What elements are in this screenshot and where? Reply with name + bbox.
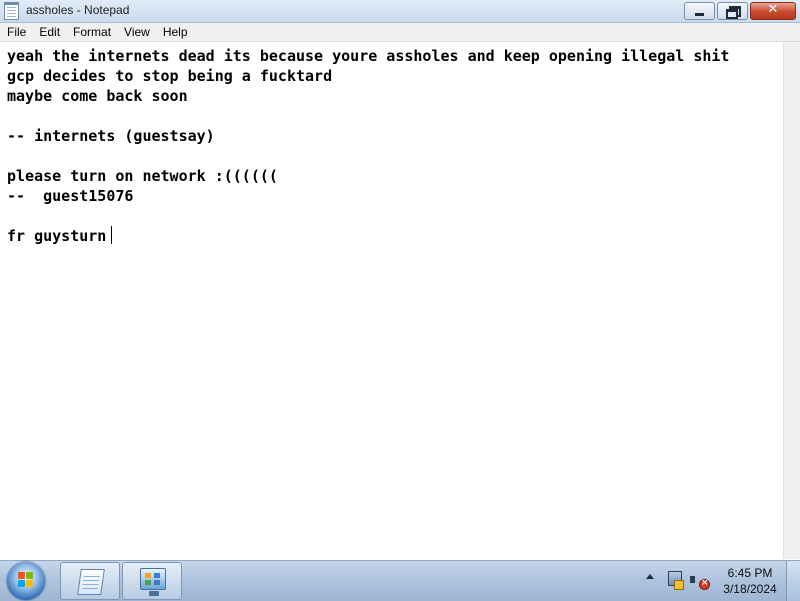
window-controls: ✕ [684,2,796,20]
taskbar: × 6:45 PM 3/18/2024 [0,560,800,601]
close-button[interactable]: ✕ [750,2,796,20]
vertical-scrollbar[interactable] [783,42,800,559]
show-desktop-button[interactable] [786,561,800,601]
document-line: yeah the internets dead its because your… [7,47,730,65]
menu-view[interactable]: View [117,23,156,41]
close-icon: ✕ [767,2,779,17]
text-editor[interactable]: yeah the internets dead its because your… [0,42,783,559]
document-line: fr guysturn [7,227,107,245]
document-line: -- guest15076 [7,187,134,205]
control-panel-icon [140,568,166,596]
menu-help[interactable]: Help [156,23,194,41]
document-line: gcp decides to stop being a fucktard [7,67,333,85]
clock-date: 3/18/2024 [723,582,777,596]
notepad-icon[interactable] [4,2,19,20]
window-title: assholes - Notepad [26,3,130,17]
start-button[interactable] [7,562,45,600]
document-line: -- internets (guestsay) [7,127,215,145]
minimize-button[interactable] [684,2,715,20]
system-clock[interactable]: 6:45 PM 3/18/2024 [716,565,784,597]
show-hidden-icons-chevron-icon[interactable] [646,574,654,579]
document-line: please turn on network :(((((( [7,167,278,185]
menu-bar: File Edit Format View Help [0,23,800,42]
network-icon[interactable] [666,571,684,590]
volume-muted-icon[interactable]: × [690,572,710,590]
menu-format[interactable]: Format [66,23,117,41]
taskbar-notepad-button[interactable] [60,562,120,600]
windows-start-icon [18,572,34,589]
menu-edit[interactable]: Edit [32,23,66,41]
taskbar-control-panel-button[interactable] [122,562,182,600]
notepad-icon [77,569,105,595]
document-line: maybe come back soon [7,87,188,105]
text-caret [111,226,113,244]
menu-file[interactable]: File [0,23,32,41]
muted-x-icon: × [701,578,709,588]
clock-time: 6:45 PM [727,566,773,580]
document-text[interactable]: yeah the internets dead its because your… [7,46,729,246]
maximize-button[interactable] [717,2,748,20]
title-bar[interactable]: assholes - Notepad ✕ [0,0,800,23]
